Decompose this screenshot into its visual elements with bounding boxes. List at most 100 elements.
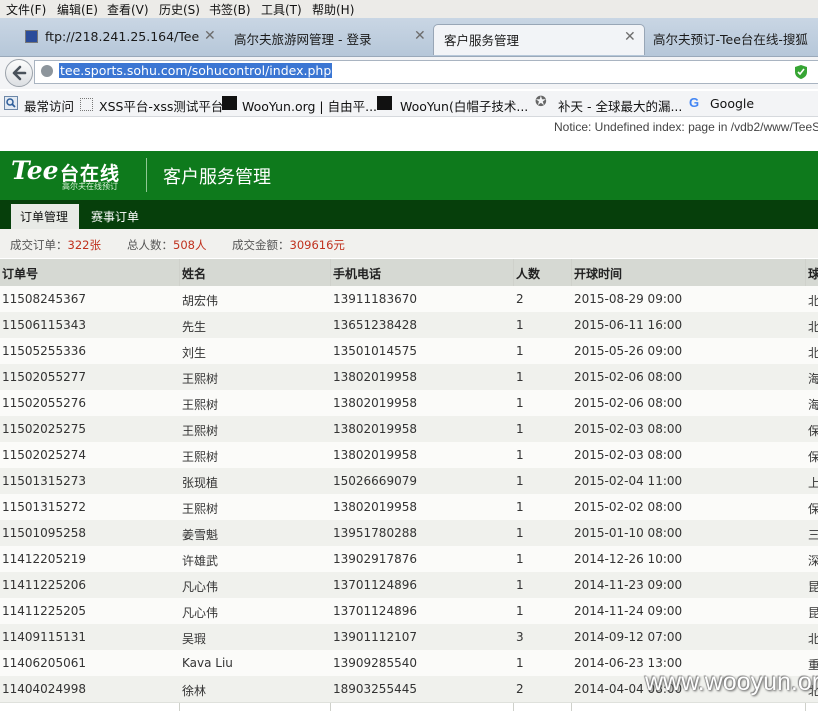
table-row[interactable]: 11501315273 张现植 15026669079 1 2015-02-04 11:… [0,468,818,495]
close-icon[interactable]: ✕ [414,28,426,44]
cell-people: 1 [516,500,524,514]
bookmark-google[interactable]: Google [710,96,754,111]
cell-phone: 13901112107 [333,630,417,644]
table-row[interactable]: 11505255336 刘生 13501014575 1 2015-05-26 09:0… [0,338,818,365]
cell-tee-time: 2015-02-04 11:00 [574,474,683,488]
bookmark-wooyun-whitehat[interactable]: WooYun(白帽子技术... [400,96,528,115]
tab-strip: ftp://218.241.25.164/Tee... ✕ 高尔夫旅游网管理 -… [0,18,818,57]
menu-bar: 文件(F) 编辑(E) 查看(V) 历史(S) 书签(B) 工具(T) 帮助(H… [0,0,818,18]
cell-course: 保 [808,502,818,516]
cell-phone: 13651238428 [333,318,417,332]
tab-ftp[interactable]: ftp://218.241.25.164/Tee... ✕ [18,24,218,54]
cell-order-id: 11412205219 [2,552,86,566]
menu-edit[interactable]: 编辑(E) [57,1,98,18]
table-row[interactable]: 11506115343 先生 13651238428 1 2015-06-11 16:0… [0,312,818,339]
menu-file[interactable]: 文件(F) [6,1,46,18]
col-name[interactable]: 姓名 [182,265,206,282]
table-row[interactable]: 11501095258 姜雪魁 13951780288 1 2015-01-10 08:… [0,520,818,547]
table-row[interactable]: 11502055276 王熙树 13802019958 1 2015-02-06 08:… [0,390,818,417]
bookmarks-bar: 最常访问 XSS平台-xss测试平台 WooYun.org | 自由平... W… [0,91,818,117]
tab-title: 高尔夫旅游网管理 - 登录 [234,32,372,47]
cell-phone: 13802019958 [333,448,417,462]
cell-order-id: 11502055277 [2,370,86,384]
cell-people: 1 [516,526,524,540]
cell-course: 保 [808,424,818,438]
summary-amount: 成交金额：309616元 [232,238,345,252]
table-row[interactable]: 11411225205 凡心伟 13701124896 1 2014-11-24 09:… [0,598,818,625]
col-phone[interactable]: 手机电话 [333,265,381,282]
cell-order-id: 11501315273 [2,474,86,488]
tab-customer-service[interactable]: 客户服务管理 ✕ [433,24,645,55]
tab-title: 客户服务管理 [444,33,520,48]
close-icon[interactable]: ✕ [624,29,636,45]
col-course[interactable]: 球 [808,265,818,282]
bookmark-xss[interactable]: XSS平台-xss测试平台 [99,96,223,115]
wooyun-icon [222,96,237,110]
cell-name: 王熙树 [182,398,219,412]
menu-history[interactable]: 历史(S) [159,1,200,18]
cell-order-id: 11502025274 [2,448,86,462]
bookmark-most-visited[interactable]: 最常访问 [24,96,74,115]
table-row[interactable]: 11501315272 王熙树 13802019958 1 2015-02-02 08:… [0,494,818,521]
tab-event-orders[interactable]: 赛事订单 [91,208,139,225]
tab-title: ftp://218.241.25.164/Tee... [45,29,200,44]
tab-order-management[interactable]: 订单管理 [11,204,79,229]
menu-tools[interactable]: 工具(T) [261,1,302,18]
table-row[interactable]: 11502055277 王熙树 13802019958 1 2015-02-06 08:… [0,364,818,391]
summary-bar: 成交订单：322张 总人数：508人 成交金额：309616元 [0,229,818,258]
col-order-id[interactable]: 订单号 [2,265,38,282]
cell-people: 1 [516,448,524,462]
cell-order-id: 11502025275 [2,422,86,436]
cell-people: 1 [516,370,524,384]
cell-course: 昆 [808,580,818,594]
star-icon: ✪ [535,94,547,110]
cell-course: 海 [808,398,818,412]
watermark: www.wooyun.org [645,668,818,696]
cell-name: 张现植 [182,476,219,490]
cell-phone: 13802019958 [333,370,417,384]
shield-icon[interactable] [794,64,808,80]
cell-people: 1 [516,422,524,436]
table-header: 订单号 姓名 手机电话 人数 开球时间 球 [0,259,818,287]
bookmark-butian[interactable]: 补天 - 全球最大的漏... [558,96,682,115]
cell-name: 胡宏伟 [182,294,219,308]
cell-tee-time: 2015-02-03 08:00 [574,422,683,436]
cell-order-id: 11409115131 [2,630,86,644]
table-row[interactable]: 11412205219 许雄武 13902917876 1 2014-12-26 10:… [0,546,818,573]
url-text[interactable]: tee.sports.sohu.com/sohucontrol/index.ph… [59,63,333,78]
cell-tee-time: 2014-12-26 10:00 [574,552,683,566]
back-arrow-icon [12,65,27,81]
php-notice: Notice: Undefined index: page in /vdb2/w… [554,120,818,134]
table-row[interactable]: 11502025275 王熙树 13802019958 1 2015-02-03 08:… [0,416,818,443]
tab-login[interactable]: 高尔夫旅游网管理 - 登录 ✕ [224,24,426,54]
menu-view[interactable]: 查看(V) [107,1,149,18]
site-header: Tee 台在线 高尔夫在线预订 客户服务管理 [0,151,818,200]
cell-course: 北 [808,632,818,646]
cell-name: 先生 [182,320,207,334]
back-button[interactable] [5,59,33,87]
cell-phone: 13802019958 [333,500,417,514]
tab-label: 订单管理 [20,210,69,224]
col-tee-time[interactable]: 开球时间 [574,265,622,282]
cell-name: 徐林 [182,684,207,698]
cell-phone: 13911183670 [333,292,417,306]
menu-help[interactable]: 帮助(H) [312,1,354,18]
menu-bookmarks[interactable]: 书签(B) [209,1,251,18]
cell-name: 刘生 [182,346,207,360]
cell-order-id: 11508245367 [2,292,86,306]
table-row[interactable]: 11508245367 胡宏伟 13911183670 2 2015-08-29 09:… [0,286,818,313]
cell-order-id: 11411225205 [2,604,86,618]
summary-orders: 成交订单：322张 [10,238,101,252]
col-people[interactable]: 人数 [516,265,540,282]
cell-name: Kava Liu [182,656,233,670]
table-row[interactable]: 11409115131 吴瑕 13901112107 3 2014-09-12 07:0… [0,624,818,651]
cell-name: 吴瑕 [182,632,207,646]
url-bar[interactable]: tee.sports.sohu.com/sohucontrol/index.ph… [34,60,818,84]
close-icon[interactable]: ✕ [204,28,216,44]
tab-golf-booking[interactable]: 高尔夫预订-Tee台在线-搜狐 [645,24,818,54]
table-row[interactable]: 11411225206 凡心伟 13701124896 1 2014-11-23 09:… [0,572,818,599]
cell-order-id: 11502055276 [2,396,86,410]
bookmark-wooyun[interactable]: WooYun.org | 自由平... [242,96,377,115]
table-row[interactable]: 11502025274 王熙树 13802019958 1 2015-02-03 08:… [0,442,818,469]
cell-tee-time: 2015-02-03 08:00 [574,448,683,462]
